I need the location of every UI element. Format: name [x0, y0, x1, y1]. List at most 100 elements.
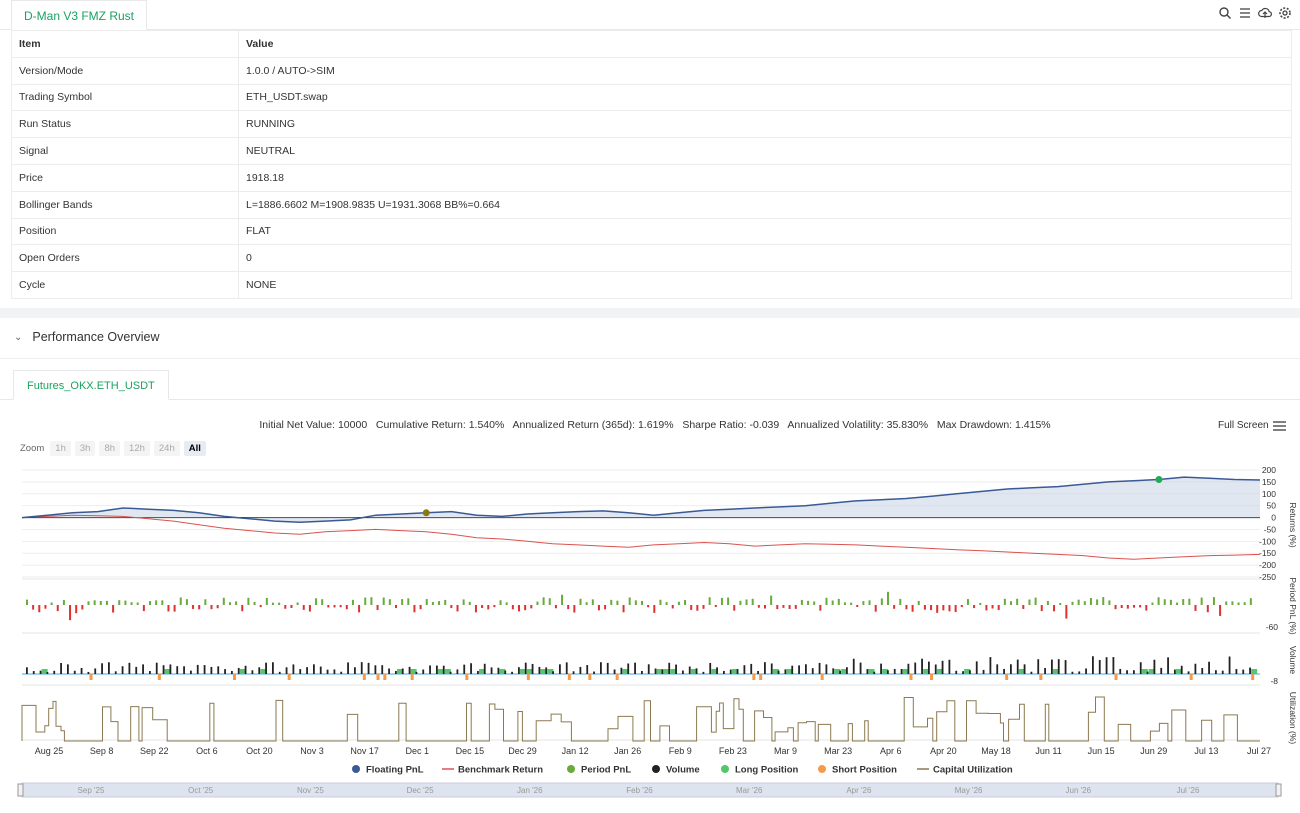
header-divider	[0, 358, 1300, 359]
period-pnl-bar	[770, 595, 773, 605]
volume-bar	[490, 667, 493, 674]
legend-marker	[652, 765, 660, 773]
volume-bar	[388, 668, 390, 674]
volume-bar	[907, 663, 910, 674]
row-item: Run Status	[11, 110, 239, 139]
period-pnl-bar	[395, 605, 397, 609]
volume-bar	[231, 671, 233, 674]
volume-bar	[1160, 667, 1163, 674]
period-pnl-bar	[954, 605, 957, 613]
performance-chart[interactable]: 200 150 100 50 0-50 -100 -150 -200 -250 Returns (…	[0, 460, 1300, 813]
zoom-button-12h[interactable]: 12h	[124, 441, 150, 456]
period-pnl-bar	[216, 605, 219, 609]
volume-bar	[702, 671, 705, 674]
period-pnl-bar	[616, 600, 619, 605]
performance-section-header[interactable]: ⌄ Performance Overview	[14, 330, 160, 344]
short-position-bar	[362, 674, 366, 680]
period-pnl-bar	[315, 598, 318, 605]
row-item: Position	[11, 217, 239, 246]
period-pnl-bar	[542, 597, 545, 605]
period-pnl-bar	[339, 605, 342, 608]
period-pnl-bar	[757, 605, 760, 608]
period-pnl-bar	[401, 599, 404, 605]
volume-bar	[1016, 659, 1019, 674]
volume-bar	[572, 671, 575, 674]
period-pnl-bar	[856, 605, 859, 608]
x-tick-label: Sep 22	[140, 746, 169, 756]
volume-bar	[818, 662, 821, 674]
period-pnl-bar	[302, 605, 305, 610]
volume-bar	[415, 671, 418, 674]
volume-bar	[470, 663, 472, 674]
period-pnl-bar	[923, 605, 926, 610]
period-pnl-bar	[647, 605, 650, 608]
list-icon[interactable]	[1238, 6, 1252, 20]
period-pnl-bar	[597, 605, 600, 611]
row-value: 1918.18	[238, 163, 1292, 192]
period-pnl-bar	[75, 605, 78, 614]
gear-icon[interactable]	[1278, 6, 1292, 20]
period-pnl-bar	[843, 602, 846, 605]
volume-bar	[94, 668, 97, 674]
tab-strategy[interactable]: D-Man V3 FMZ Rust	[11, 0, 148, 30]
chevron-down-icon[interactable]: ⌄	[14, 332, 22, 343]
volume-bar	[839, 670, 841, 674]
period-pnl-bar	[788, 605, 791, 609]
period-pnl-bar	[1231, 601, 1234, 605]
period-pnl-bar	[99, 601, 102, 605]
navigator-label: Feb '26	[626, 786, 653, 795]
period-pnl-bar	[727, 597, 730, 605]
full-screen-button[interactable]: Full Screen	[1218, 420, 1269, 431]
x-tick-label: Jul 13	[1194, 746, 1218, 756]
x-tick-label: Mar 9	[774, 746, 797, 756]
zoom-label: Zoom	[20, 443, 45, 454]
volume-bar	[887, 670, 889, 674]
legend-item-label: Volume	[666, 765, 700, 776]
volume-bar	[688, 666, 691, 674]
period-pnl-bar	[413, 605, 416, 613]
period-pnl-bar	[407, 598, 410, 605]
volume-bar	[169, 664, 172, 674]
x-tick-label: Jun 15	[1088, 746, 1115, 756]
period-pnl-bar	[32, 605, 35, 610]
volume-bar	[1139, 662, 1142, 674]
period-pnl-bar	[1108, 600, 1111, 605]
volume-bar	[135, 666, 138, 674]
y-tick-label: -250	[1259, 572, 1276, 582]
zoom-button-1h[interactable]: 1h	[50, 441, 71, 456]
period-pnl-bar	[659, 599, 662, 605]
period-pnl-bar	[44, 605, 47, 609]
period-pnl-bar	[247, 597, 250, 605]
search-icon[interactable]	[1218, 6, 1232, 20]
volume-bar	[292, 664, 295, 674]
volume-bar	[1228, 656, 1231, 674]
row-item: Cycle	[11, 271, 239, 299]
zoom-button-8h[interactable]: 8h	[99, 441, 121, 456]
volume-bar	[1112, 657, 1115, 674]
volume-bar	[750, 663, 753, 674]
x-tick-label: Dec 29	[508, 746, 537, 756]
period-pnl-bar	[628, 597, 631, 605]
period-pnl-bar	[714, 605, 717, 608]
volume-bar	[504, 670, 507, 674]
volume-bar	[251, 670, 254, 674]
period-pnl-bar	[149, 601, 151, 605]
zoom-button-3h[interactable]: 3h	[74, 441, 96, 456]
zoom-button-24h[interactable]: 24h	[153, 441, 180, 456]
volume-bar	[928, 661, 930, 674]
period-pnl-bar	[204, 599, 207, 605]
zoom-button-all[interactable]: All	[183, 441, 206, 456]
y-tick-label: -100	[1259, 536, 1276, 546]
volume-bar	[914, 662, 917, 674]
hamburger-menu-icon[interactable]	[1273, 420, 1286, 432]
period-pnl-bar	[800, 599, 803, 605]
volume-bar	[675, 664, 677, 674]
period-pnl-bar	[56, 605, 59, 612]
row-item: Bollinger Bands	[11, 190, 239, 219]
tab-futures-okx[interactable]: Futures_OKX.ETH_USDT	[13, 370, 169, 400]
short-position-bar	[588, 674, 592, 680]
short-position-bar	[1114, 674, 1118, 680]
navigator-left-handle	[17, 783, 24, 797]
volume-bar	[764, 662, 766, 674]
cloud-upload-icon[interactable]	[1258, 6, 1272, 20]
